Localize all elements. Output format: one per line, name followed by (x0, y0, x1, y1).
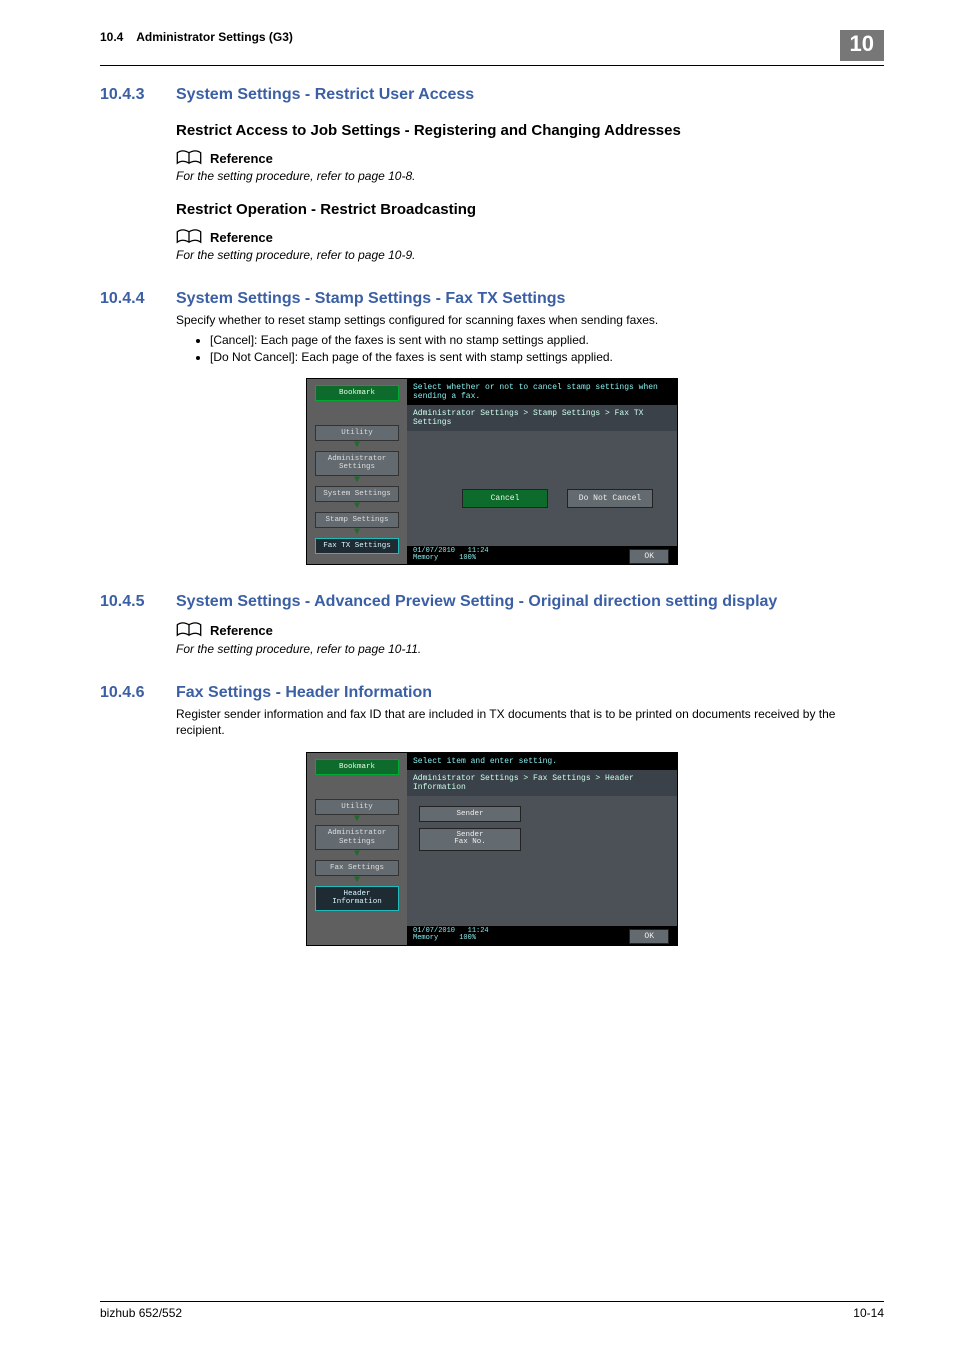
memory-value: 100% (459, 554, 476, 562)
page-footer: bizhub 652/552 10-14 (100, 1301, 884, 1320)
sender-button[interactable]: Sender (419, 806, 521, 822)
book-icon (176, 149, 202, 167)
section-description: Specify whether to reset stamp settings … (176, 312, 884, 328)
footer-product: bizhub 652/552 (100, 1306, 182, 1320)
running-header: 10.4 Administrator Settings (G3) 10 (100, 30, 884, 66)
chevron-down-icon: ▼ (354, 878, 360, 884)
memory-label: Memory (413, 554, 438, 562)
list-item: [Do Not Cancel]: Each page of the faxes … (210, 350, 884, 364)
memory-label: Memory (413, 934, 438, 942)
memory-value: 100% (459, 934, 476, 942)
subsection-title: Restrict Access to Job Settings - Regist… (176, 122, 884, 139)
reference-label: Reference (210, 230, 273, 245)
sidebar-item-stamp-settings[interactable]: Stamp Settings (315, 512, 399, 528)
sidebar-item-fax-settings[interactable]: Fax Settings (315, 860, 399, 876)
bookmark-button[interactable]: Bookmark (315, 385, 399, 401)
list-item: [Cancel]: Each page of the faxes is sent… (210, 333, 884, 347)
panel-instruction: Select item and enter setting. (407, 753, 677, 770)
book-icon (176, 621, 202, 639)
sidebar-item-header-information[interactable]: Header Information (315, 886, 399, 911)
reference-label: Reference (210, 151, 273, 166)
sender-fax-no-button[interactable]: Sender Fax No. (419, 828, 521, 851)
sidebar-item-utility[interactable]: Utility (315, 799, 399, 815)
breadcrumb: Administrator Settings > Stamp Settings … (407, 405, 677, 431)
cancel-option-button[interactable]: Cancel (462, 489, 548, 508)
screenshot-fax-tx-settings: Bookmark Utility ▼ Administrator Setting… (306, 378, 678, 566)
chapter-badge: 10 (840, 30, 884, 61)
section-title: System Settings - Restrict User Access (176, 86, 884, 104)
chevron-down-icon: ▼ (354, 530, 360, 536)
bookmark-button[interactable]: Bookmark (315, 759, 399, 775)
section-title: System Settings - Advanced Preview Setti… (176, 593, 884, 611)
ok-button[interactable]: OK (629, 549, 669, 564)
section-number: 10.4.5 (100, 593, 148, 611)
panel-instruction: Select whether or not to cancel stamp se… (407, 379, 677, 405)
section-number: 10.4.3 (100, 86, 148, 104)
sidebar-item-admin-settings[interactable]: Administrator Settings (315, 451, 399, 476)
ok-button[interactable]: OK (629, 929, 669, 944)
do-not-cancel-option-button[interactable]: Do Not Cancel (567, 489, 653, 508)
chevron-down-icon: ▼ (354, 852, 360, 858)
chevron-down-icon: ▼ (354, 504, 360, 510)
section-number: 10.4.6 (100, 684, 148, 702)
reference-text: For the setting procedure, refer to page… (176, 642, 884, 656)
footer-page-number: 10-14 (853, 1306, 884, 1320)
sidebar-item-utility[interactable]: Utility (315, 425, 399, 441)
screenshot-header-information: Bookmark Utility ▼ Administrator Setting… (306, 752, 678, 946)
chevron-down-icon: ▼ (354, 478, 360, 484)
breadcrumb: Administrator Settings > Fax Settings > … (407, 770, 677, 796)
sidebar-item-admin-settings[interactable]: Administrator Settings (315, 825, 399, 850)
book-icon (176, 228, 202, 246)
section-description: Register sender information and fax ID t… (176, 706, 884, 738)
sidebar-item-system-settings[interactable]: System Settings (315, 486, 399, 502)
header-title: Administrator Settings (G3) (136, 30, 293, 44)
section-title: System Settings - Stamp Settings - Fax T… (176, 290, 884, 308)
section-title: Fax Settings - Header Information (176, 684, 884, 702)
reference-text: For the setting procedure, refer to page… (176, 169, 884, 183)
sidebar-item-fax-tx-settings[interactable]: Fax TX Settings (315, 538, 399, 554)
header-section-number: 10.4 (100, 30, 123, 44)
reference-text: For the setting procedure, refer to page… (176, 248, 884, 262)
section-number: 10.4.4 (100, 290, 148, 308)
subsection-title: Restrict Operation - Restrict Broadcasti… (176, 201, 884, 218)
chevron-down-icon: ▼ (354, 817, 360, 823)
chevron-down-icon: ▼ (354, 443, 360, 449)
reference-label: Reference (210, 623, 273, 638)
